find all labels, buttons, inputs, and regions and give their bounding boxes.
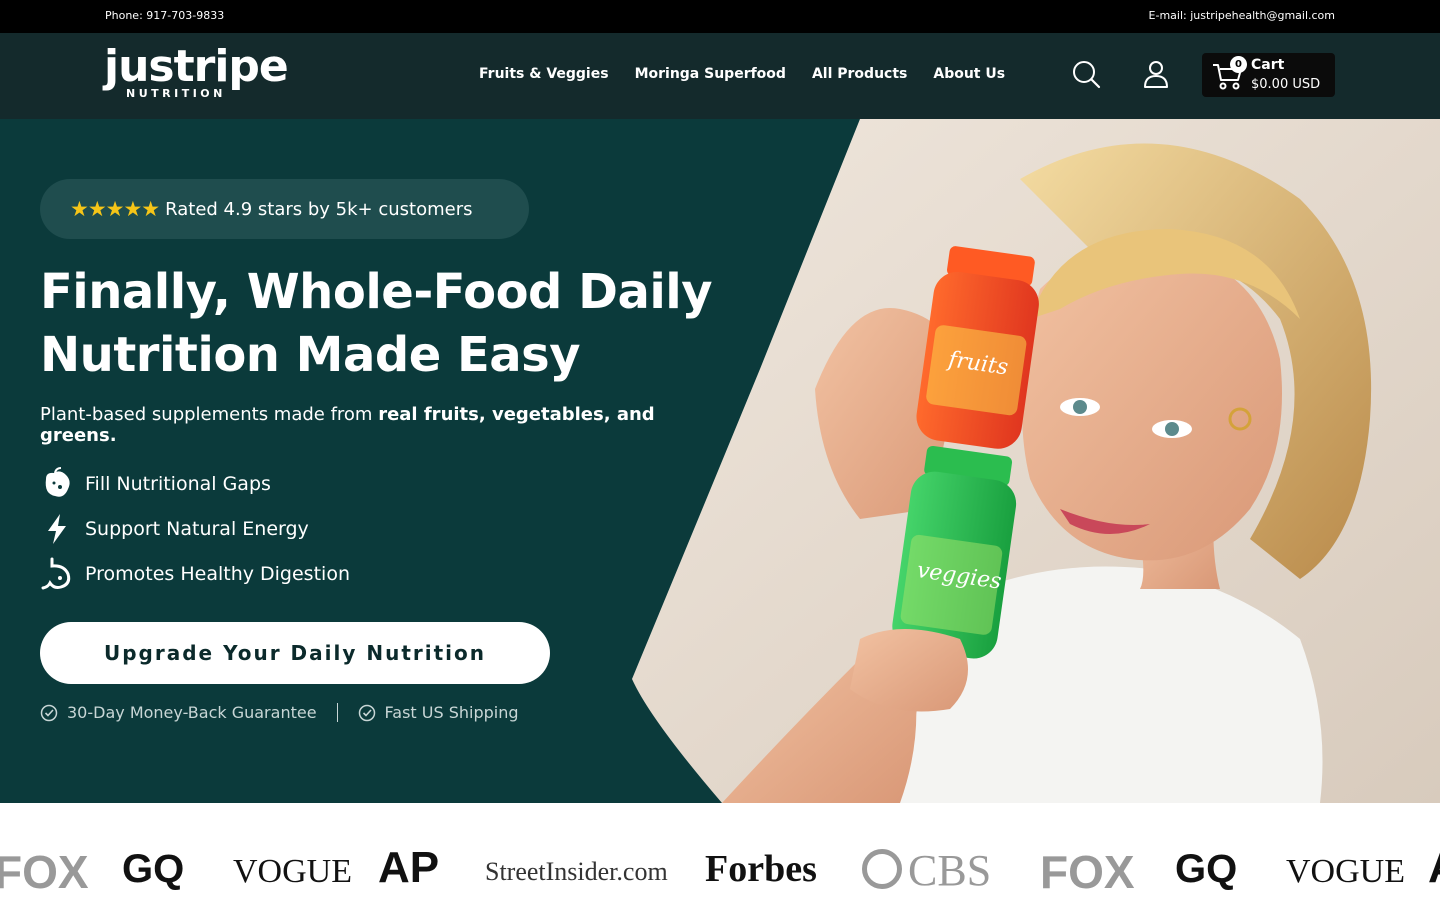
nav-fruits-veggies[interactable]: Fruits & Veggies <box>479 66 609 82</box>
logo[interactable]: justripe NUTRITION <box>104 41 289 101</box>
benefit-item: Support Natural Energy <box>40 512 309 546</box>
guarantee-item: Fast US Shipping <box>358 703 519 722</box>
account-icon[interactable] <box>1140 58 1172 90</box>
cart-label: Cart <box>1251 57 1285 73</box>
lightning-icon <box>48 514 66 544</box>
guarantee-item: 30-Day Money-Back Guarantee <box>40 703 317 722</box>
site-header: justripe NUTRITION Fruits & Veggies Mori… <box>0 33 1440 119</box>
headline-line-1: Finally, Whole-Food Daily <box>40 264 713 320</box>
phone-text[interactable]: Phone: 917-703-9833 <box>105 9 224 22</box>
cbs-eye-icon <box>862 849 902 889</box>
check-circle-icon <box>358 704 375 721</box>
stomach-icon <box>41 557 71 590</box>
nav-about-us[interactable]: About Us <box>933 66 1005 82</box>
search-icon[interactable] <box>1070 58 1102 90</box>
guarantee-row: 30-Day Money-Back Guarantee Fast US Ship… <box>40 703 519 722</box>
hero-section: fruits veggies ★★★★★ Rated 4.9 stars by … <box>0 119 1440 803</box>
guarantee-label: 30-Day Money-Back Guarantee <box>67 703 317 722</box>
check-circle-icon <box>40 704 58 721</box>
cbs-text: CBS <box>908 846 992 895</box>
cart-total: $0.00 USD <box>1251 77 1321 92</box>
benefit-item: Promotes Healthy Digestion <box>40 557 350 591</box>
press-logo-vogue: VOGUE <box>233 853 352 890</box>
nav-moringa-superfood[interactable]: Moringa Superfood <box>635 66 786 82</box>
nav-all-products[interactable]: All Products <box>812 66 907 82</box>
press-logo-fox: FOX <box>1040 846 1135 898</box>
press-logo-cbs: CBS <box>862 845 991 896</box>
hero-headline: Finally, Whole-Food Daily Nutrition Made… <box>40 261 720 387</box>
rating-pill: ★★★★★ Rated 4.9 stars by 5k+ customers <box>40 179 529 239</box>
fruit-icon <box>45 467 70 497</box>
main-nav: Fruits & Veggies Moringa Superfood All P… <box>479 66 1005 82</box>
press-logo-vogue: VOGUE <box>1286 853 1405 890</box>
star-rating-icon: ★★★★★ <box>70 197 160 221</box>
press-logo-forbes: Forbes <box>705 848 817 890</box>
cart-count-badge: 0 <box>1230 56 1247 73</box>
benefit-item: Fill Nutritional Gaps <box>40 467 271 501</box>
benefit-label: Promotes Healthy Digestion <box>85 563 350 585</box>
upgrade-nutrition-button[interactable]: Upgrade Your Daily Nutrition <box>40 622 550 684</box>
guarantee-label: Fast US Shipping <box>384 703 519 722</box>
press-logo-ap: AP <box>378 843 440 892</box>
hero-subheading: Plant-based supplements made from real f… <box>40 404 690 446</box>
press-logo-strip: FOX GQ VOGUE AP StreetInsider.com Forbes… <box>0 803 1440 900</box>
press-logo-streetinsider: StreetInsider.com <box>485 857 668 886</box>
divider <box>336 703 338 722</box>
cart-button[interactable]: 0 Cart $0.00 USD <box>1202 53 1335 97</box>
top-bar: Phone: 917-703-9833 E-mail: justripeheal… <box>0 0 1440 33</box>
press-logo-fox: FOX <box>0 846 89 898</box>
benefit-label: Fill Nutritional Gaps <box>85 473 271 495</box>
benefit-label: Support Natural Energy <box>85 518 309 540</box>
subheading-plain: Plant-based supplements made from <box>40 404 379 425</box>
logo-wordmark: justripe <box>104 41 289 92</box>
logo-subtitle: NUTRITION <box>126 87 226 100</box>
press-logo-gq: GQ <box>122 847 185 891</box>
headline-line-2: Nutrition Made Easy <box>40 327 581 383</box>
press-logo-ap: AP <box>1428 843 1440 893</box>
rating-text: Rated 4.9 stars by 5k+ customers <box>165 198 473 220</box>
press-logo-gq: GQ <box>1175 847 1238 891</box>
email-text[interactable]: E-mail: justripehealth@gmail.com <box>1149 9 1335 22</box>
